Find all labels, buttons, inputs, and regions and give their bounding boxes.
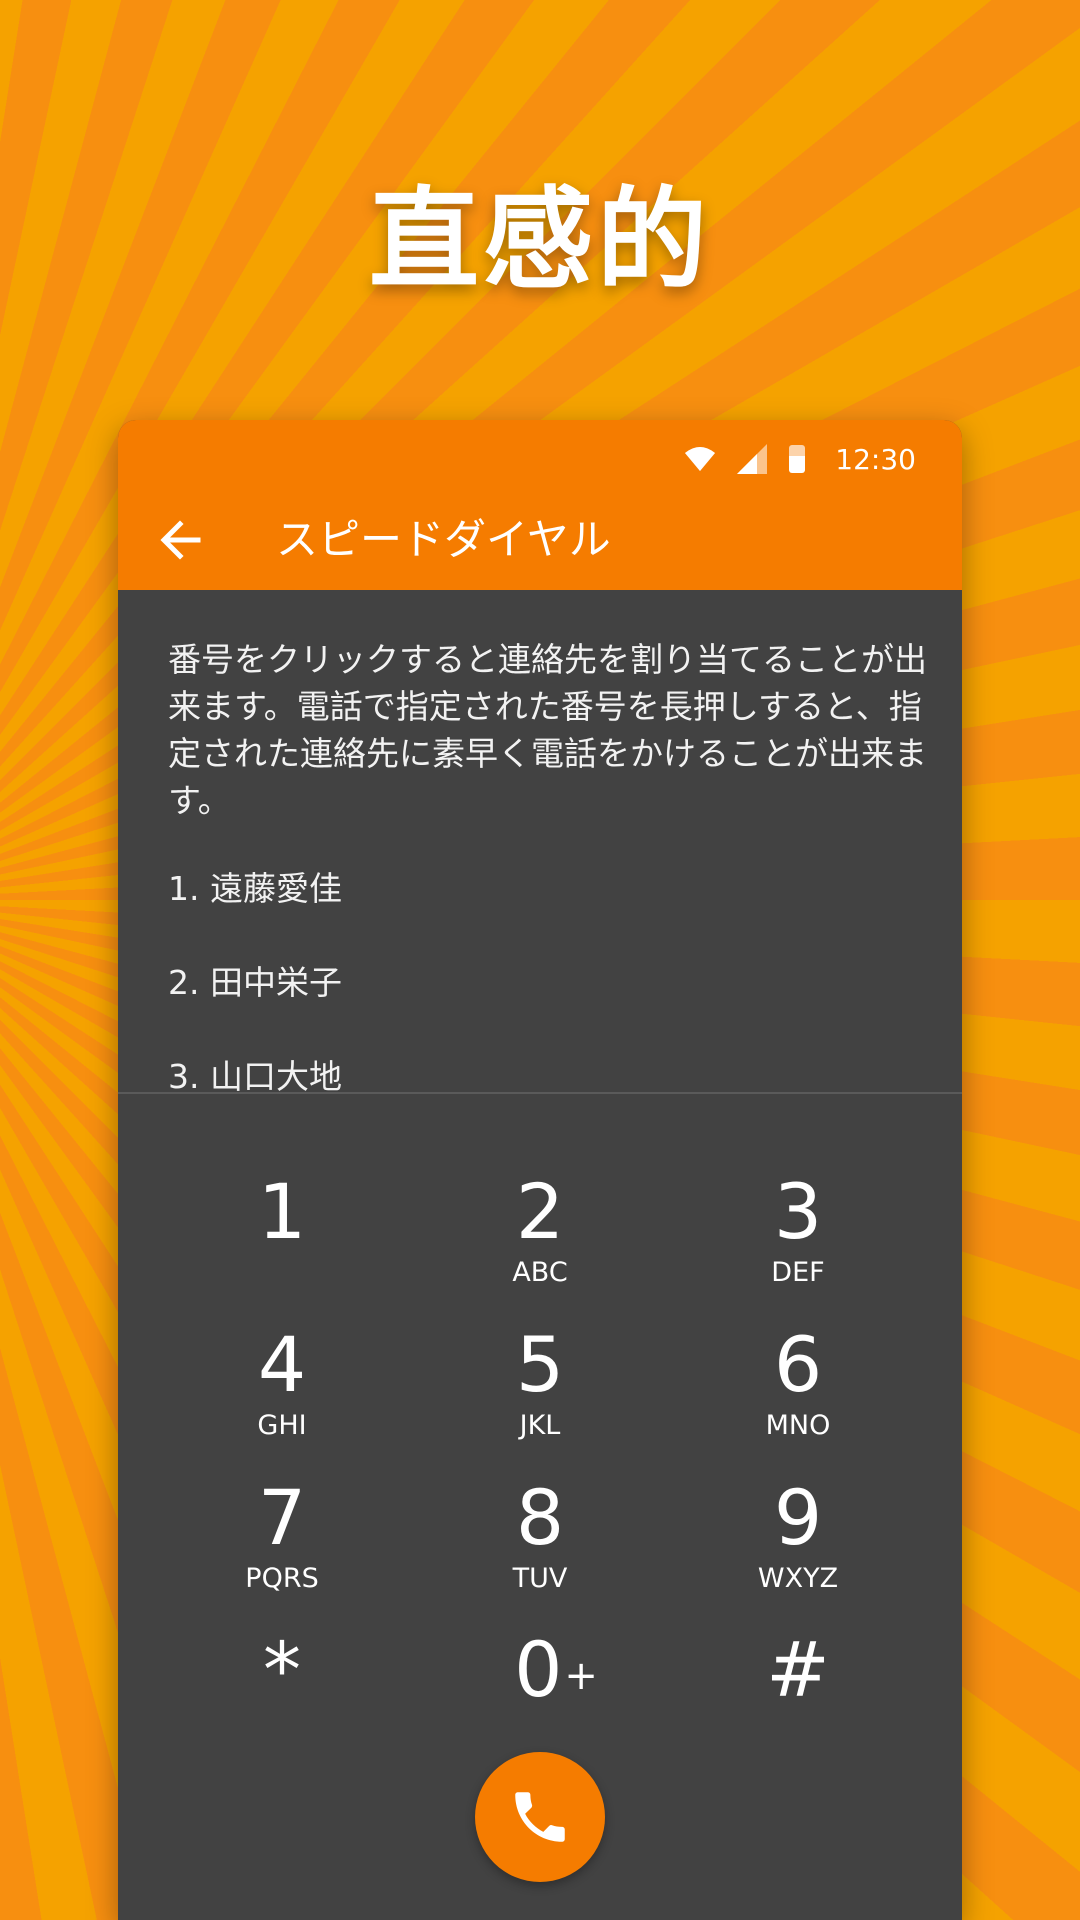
wifi-icon	[685, 447, 716, 471]
key-digit: 4	[257, 1320, 307, 1409]
key-digit: 5	[515, 1320, 565, 1409]
description-text: 番号をクリックすると連絡先を割り当てることが出来ます。電話で指定された番号を長押…	[168, 640, 927, 820]
battery-icon	[789, 445, 806, 473]
divider	[118, 1092, 962, 1094]
dial-key-star[interactable]: *	[182, 1630, 382, 1710]
key-letters: PQRS	[245, 1563, 319, 1594]
dial-key-5[interactable]: 5 JKL	[440, 1325, 640, 1441]
page-title: スピードダイヤル	[276, 515, 611, 564]
dial-key-2[interactable]: 2 ABC	[440, 1172, 640, 1288]
speed-dial-entry-1[interactable]: 1. 遠藤愛佳	[168, 862, 342, 910]
speed-dial-entry-2[interactable]: 2. 田中栄子	[168, 956, 342, 1004]
dial-key-0[interactable]: 0+	[456, 1630, 656, 1710]
phone-icon	[515, 1792, 565, 1842]
key-digit: 3	[773, 1167, 823, 1256]
signal-icon	[737, 444, 768, 474]
key-letters: WXYZ	[757, 1563, 839, 1594]
key-letters: ABC	[512, 1257, 568, 1288]
dial-key-4[interactable]: 4 GHI	[182, 1325, 382, 1441]
key-digit: 8	[515, 1473, 565, 1562]
call-button[interactable]	[475, 1752, 605, 1882]
key-letters: GHI	[257, 1410, 307, 1441]
status-time: 12:30	[835, 442, 916, 476]
dial-key-hash[interactable]: #	[698, 1630, 898, 1710]
key-letters: DEF	[771, 1257, 825, 1288]
back-button[interactable]	[152, 512, 208, 568]
key-digit: 2	[515, 1167, 565, 1256]
key-letters: JKL	[519, 1410, 561, 1441]
status-bar: 12:30	[685, 434, 916, 484]
key-digit: 0+	[456, 1630, 656, 1710]
dial-key-3[interactable]: 3 DEF	[698, 1172, 898, 1288]
app-bar: 12:30 スピードダイヤル	[118, 420, 962, 590]
key-digit: #	[766, 1625, 830, 1714]
arrow-back-icon	[160, 520, 201, 560]
dial-key-8[interactable]: 8 TUV	[440, 1478, 640, 1594]
key-letters: MNO	[765, 1410, 831, 1441]
key-digit: 9	[773, 1473, 823, 1562]
key-digit: 6	[773, 1320, 823, 1409]
key-letters: TUV	[512, 1563, 568, 1594]
dial-key-7[interactable]: 7 PQRS	[182, 1478, 382, 1594]
dial-key-1[interactable]: 1	[182, 1172, 382, 1252]
key-zero: 0	[514, 1625, 563, 1714]
speed-dial-entry-3[interactable]: 3. 山口大地	[168, 1050, 342, 1092]
key-plus: +	[564, 1653, 598, 1699]
key-digit: *	[263, 1625, 301, 1714]
dial-key-6[interactable]: 6 MNO	[698, 1325, 898, 1441]
headline: 直感的	[369, 176, 711, 304]
dial-key-9[interactable]: 9 WXYZ	[698, 1478, 898, 1594]
key-digit: 1	[257, 1167, 307, 1256]
key-digit: 7	[257, 1473, 307, 1562]
speed-dial-content: 番号をクリックすると連絡先を割り当てることが出来ます。電話で指定された番号を長押…	[118, 590, 962, 1092]
phone-screen: 12:30 スピードダイヤル 番号をクリックすると連絡先を割り当てることが出来ま…	[118, 420, 962, 1920]
